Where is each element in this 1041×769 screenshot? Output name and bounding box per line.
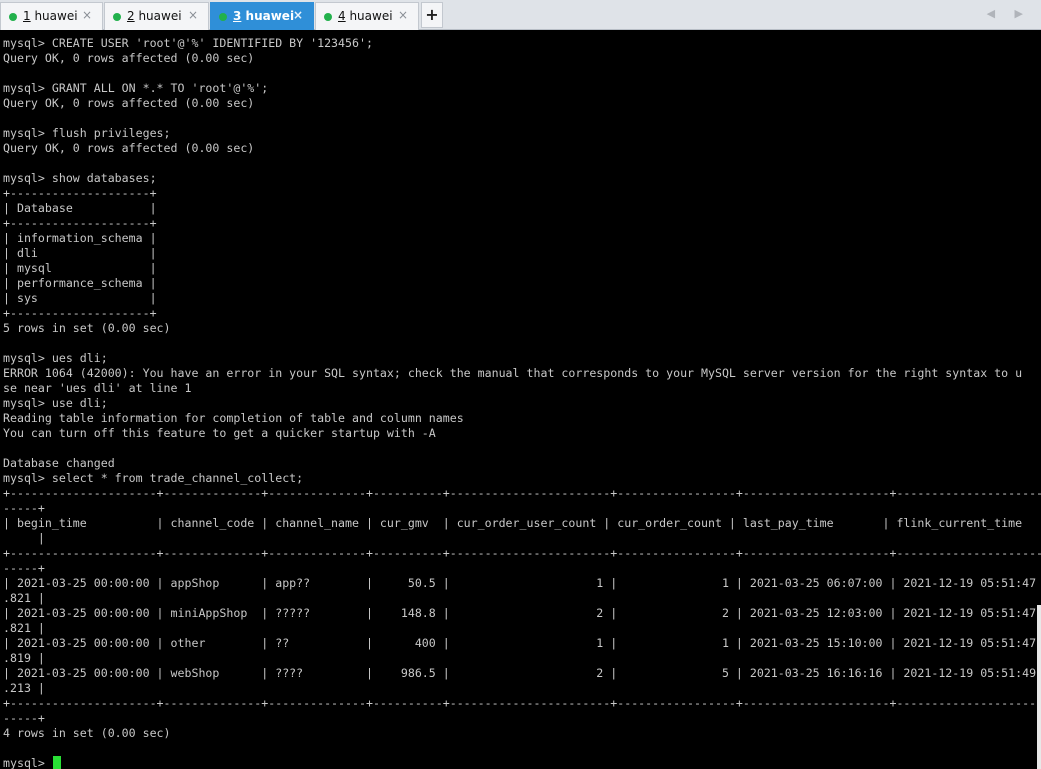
connected-status-icon	[9, 13, 17, 21]
connected-status-icon	[324, 13, 332, 21]
tab-session-4[interactable]: 4 huawei ×	[315, 2, 419, 30]
tab-label: 3 huawei	[233, 9, 295, 23]
prompt-text: mysql>	[3, 756, 52, 769]
add-tab-button[interactable]: +	[421, 2, 443, 28]
close-tab-icon[interactable]: ×	[398, 8, 408, 22]
close-tab-icon[interactable]: ×	[188, 8, 198, 22]
tab-label: 2 huawei	[127, 9, 182, 23]
connected-status-icon	[113, 13, 121, 21]
tab-bar: 1 huawei × 2 huawei × 3 huawei × 4 huawe…	[0, 0, 1041, 30]
terminal-prompt-line[interactable]: mysql>	[3, 756, 61, 769]
close-tab-icon[interactable]: ×	[82, 8, 92, 22]
tab-label: 1 huawei	[23, 9, 78, 23]
connected-status-icon	[219, 13, 227, 21]
tab-scroll-arrows-icon[interactable]: ◀ ▶	[987, 7, 1031, 20]
vertical-scrollbar[interactable]	[1037, 605, 1041, 769]
tab-label: 4 huawei	[338, 9, 393, 23]
terminal-pane[interactable]: mysql> CREATE USER 'root'@'%' IDENTIFIED…	[0, 30, 1041, 769]
tab-session-3[interactable]: 3 huawei ×	[210, 2, 314, 30]
terminal-output: mysql> CREATE USER 'root'@'%' IDENTIFIED…	[3, 36, 1041, 740]
text-cursor	[52, 756, 61, 769]
close-tab-icon[interactable]: ×	[293, 8, 303, 22]
tab-session-2[interactable]: 2 huawei ×	[104, 2, 209, 30]
tab-session-1[interactable]: 1 huawei ×	[0, 2, 103, 30]
